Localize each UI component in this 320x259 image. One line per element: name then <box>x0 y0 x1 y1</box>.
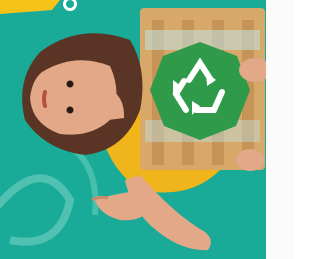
recycle-badge <box>150 42 250 140</box>
hand <box>236 149 264 171</box>
eye <box>66 80 74 88</box>
promo-photo <box>0 0 294 259</box>
eye <box>66 106 74 114</box>
photo-illustration <box>0 0 294 259</box>
white-margin <box>266 0 294 259</box>
smile <box>42 90 47 108</box>
